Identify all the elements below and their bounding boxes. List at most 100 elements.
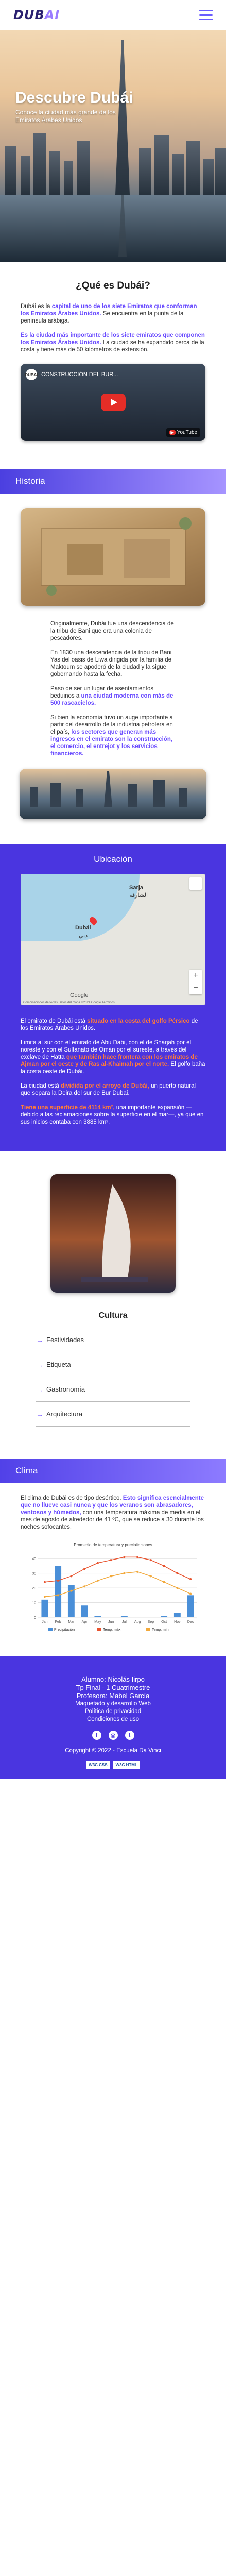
point-temp-max (83, 1568, 86, 1570)
bar-precipitation (173, 1613, 181, 1617)
y-tick-label: 40 (32, 1557, 36, 1561)
point-temp-min (176, 1587, 179, 1589)
point-temp-max (43, 1581, 46, 1583)
history-photo-1 (0, 508, 226, 606)
bar-precipitation (161, 1616, 168, 1617)
point-temp-min (163, 1581, 165, 1583)
google-logo: Google (70, 992, 89, 998)
y-tick-label: 10 (32, 1602, 36, 1605)
legend-label: Temp. mín (152, 1628, 169, 1632)
culture-item-etiqueta[interactable]: → Etiqueta (36, 1352, 190, 1377)
location-paragraph-2: Limita al sur con el emirato de Abu Dabi… (21, 1040, 205, 1075)
logo[interactable]: DUBAI (13, 8, 60, 22)
line-temp-max (44, 1556, 191, 1583)
footer-teacher: Profesora: Mabel García (76, 1692, 150, 1700)
map-zoom-controls[interactable]: + − (189, 970, 202, 994)
history-paragraph-3: Paso de ser un lugar de asentamientos be… (50, 686, 173, 706)
youtube-video-embed[interactable]: DUBAI CONSTRUCCIÓN DEL BUR... ▶ YouTube (21, 364, 205, 441)
copyright: Copyright © 2022 - Escuela Da Vinci (65, 1748, 161, 1754)
terms-link[interactable]: Condiciones de uso (87, 1716, 139, 1722)
point-temp-max (96, 1562, 99, 1564)
point-temp-max (176, 1572, 179, 1574)
x-tick-label: Dec (187, 1620, 194, 1624)
point-temp-min (70, 1589, 73, 1592)
point-temp-min (83, 1585, 86, 1588)
video-title[interactable]: CONSTRUCCIÓN DEL BUR... (41, 371, 118, 378)
top-bar: DUBAI (0, 0, 226, 30)
map-label-dubai-ar: دبي (79, 933, 88, 939)
bar-precipitation (187, 1595, 194, 1617)
history-paragraph-4: Si bien la economía tuvo un auge importa… (50, 715, 173, 757)
page: DUBAI Descubre Dubái Conoce la ciudad má… (0, 0, 226, 1779)
youtube-icon: ▶ (169, 430, 176, 435)
x-tick-label: Jan (42, 1620, 47, 1624)
climate-chart-svg: Promedio de temperatura y precipitacione… (32, 1543, 197, 1632)
skyline-image (0, 40, 226, 262)
culture-item-gastronomia[interactable]: → Gastronomía (36, 1377, 190, 1402)
point-temp-min (189, 1592, 192, 1595)
twitter-icon[interactable]: t (125, 1731, 134, 1740)
arrow-right-icon: → (36, 1410, 43, 1418)
intro-title: ¿Qué es Dubái? (76, 280, 150, 291)
point-temp-max (189, 1578, 192, 1581)
chart-title: Promedio de temperatura y precipitacione… (74, 1543, 152, 1547)
zoom-in-icon[interactable]: + (189, 970, 202, 982)
climate-section: El clima de Dubái es de tipo desértico. … (0, 1495, 226, 1638)
validator-badges: W3C CSS W3C HTML (10, 1761, 216, 1769)
location-heading: Ubicación (94, 854, 132, 864)
point-temp-max (149, 1559, 152, 1562)
bar-precipitation (81, 1605, 88, 1617)
point-temp-min (149, 1575, 152, 1578)
x-tick-label: Jun (108, 1620, 114, 1624)
footer-credits: Maquetado y desarrollo Web (75, 1701, 151, 1707)
w3c-css-badge[interactable]: W3C CSS (86, 1761, 110, 1769)
map-label-dubai: Dubái (75, 925, 91, 931)
arrow-right-icon: → (36, 1335, 43, 1344)
point-temp-max (57, 1579, 59, 1582)
arrow-right-icon: → (36, 1360, 43, 1369)
legend-swatch (48, 1628, 53, 1631)
history-heading: Historia (15, 476, 45, 486)
logo-text-main: DUB (13, 8, 45, 22)
x-tick-label: Feb (55, 1620, 61, 1624)
bar-precipitation (55, 1566, 62, 1617)
play-button[interactable] (100, 394, 126, 411)
legend-swatch (146, 1628, 150, 1631)
point-temp-max (136, 1556, 139, 1558)
point-temp-max (163, 1565, 165, 1567)
instagram-icon[interactable]: ◎ (108, 1731, 118, 1740)
point-temp-max (70, 1575, 73, 1578)
point-temp-min (123, 1572, 126, 1574)
x-tick-label: May (94, 1620, 101, 1624)
watch-on-youtube-link[interactable]: ▶ YouTube (166, 428, 200, 437)
facebook-icon[interactable]: f (92, 1731, 101, 1740)
location-paragraph-1: El emirato de Dubái está situado en la c… (21, 1018, 198, 1031)
climate-band: Clima (0, 1459, 226, 1483)
fullscreen-icon[interactable] (189, 877, 202, 890)
privacy-link[interactable]: Política de privacidad (85, 1708, 141, 1715)
google-map-embed[interactable]: Sarja الشارقة Dubái دبي + − Google Combin… (21, 874, 205, 1005)
w3c-html-badge[interactable]: W3C HTML (113, 1761, 140, 1769)
culture-item-arquitectura[interactable]: → Arquitectura (36, 1402, 190, 1427)
culture-photo (0, 1174, 226, 1293)
map-attribution[interactable]: Combinaciones de teclas Datos del mapa ©… (23, 1001, 115, 1004)
y-tick-label: 20 (32, 1587, 36, 1590)
x-tick-label: Oct (161, 1620, 167, 1624)
footer-student: Alumno: Nicolás Iirpo (81, 1675, 145, 1683)
location-paragraph-3: La ciudad está dividida por el arroyo de… (21, 1083, 196, 1096)
history-photo-2 (0, 769, 226, 819)
point-temp-min (57, 1594, 59, 1597)
culture-item-festividades[interactable]: → Festividades (36, 1328, 190, 1352)
history-text: Originalmente, Dubái fue una descendenci… (0, 620, 226, 757)
point-temp-min (96, 1579, 99, 1582)
zoom-out-icon[interactable]: − (189, 982, 202, 994)
logo-text-accent: AI (44, 8, 60, 22)
y-tick-label: 0 (34, 1616, 36, 1620)
video-header: DUBAI CONSTRUCCIÓN DEL BUR... (25, 369, 118, 380)
hamburger-menu-icon[interactable] (199, 10, 213, 20)
legend-label: Precipitación (54, 1628, 75, 1632)
map-label-sarja: Sarja (129, 885, 143, 891)
arrow-right-icon: → (36, 1385, 43, 1394)
climate-chart: Promedio de temperatura y precipitacione… (21, 1537, 205, 1638)
footer: Alumno: Nicolás Iirpo Tp Final - 1 Cuatr… (0, 1656, 226, 1779)
